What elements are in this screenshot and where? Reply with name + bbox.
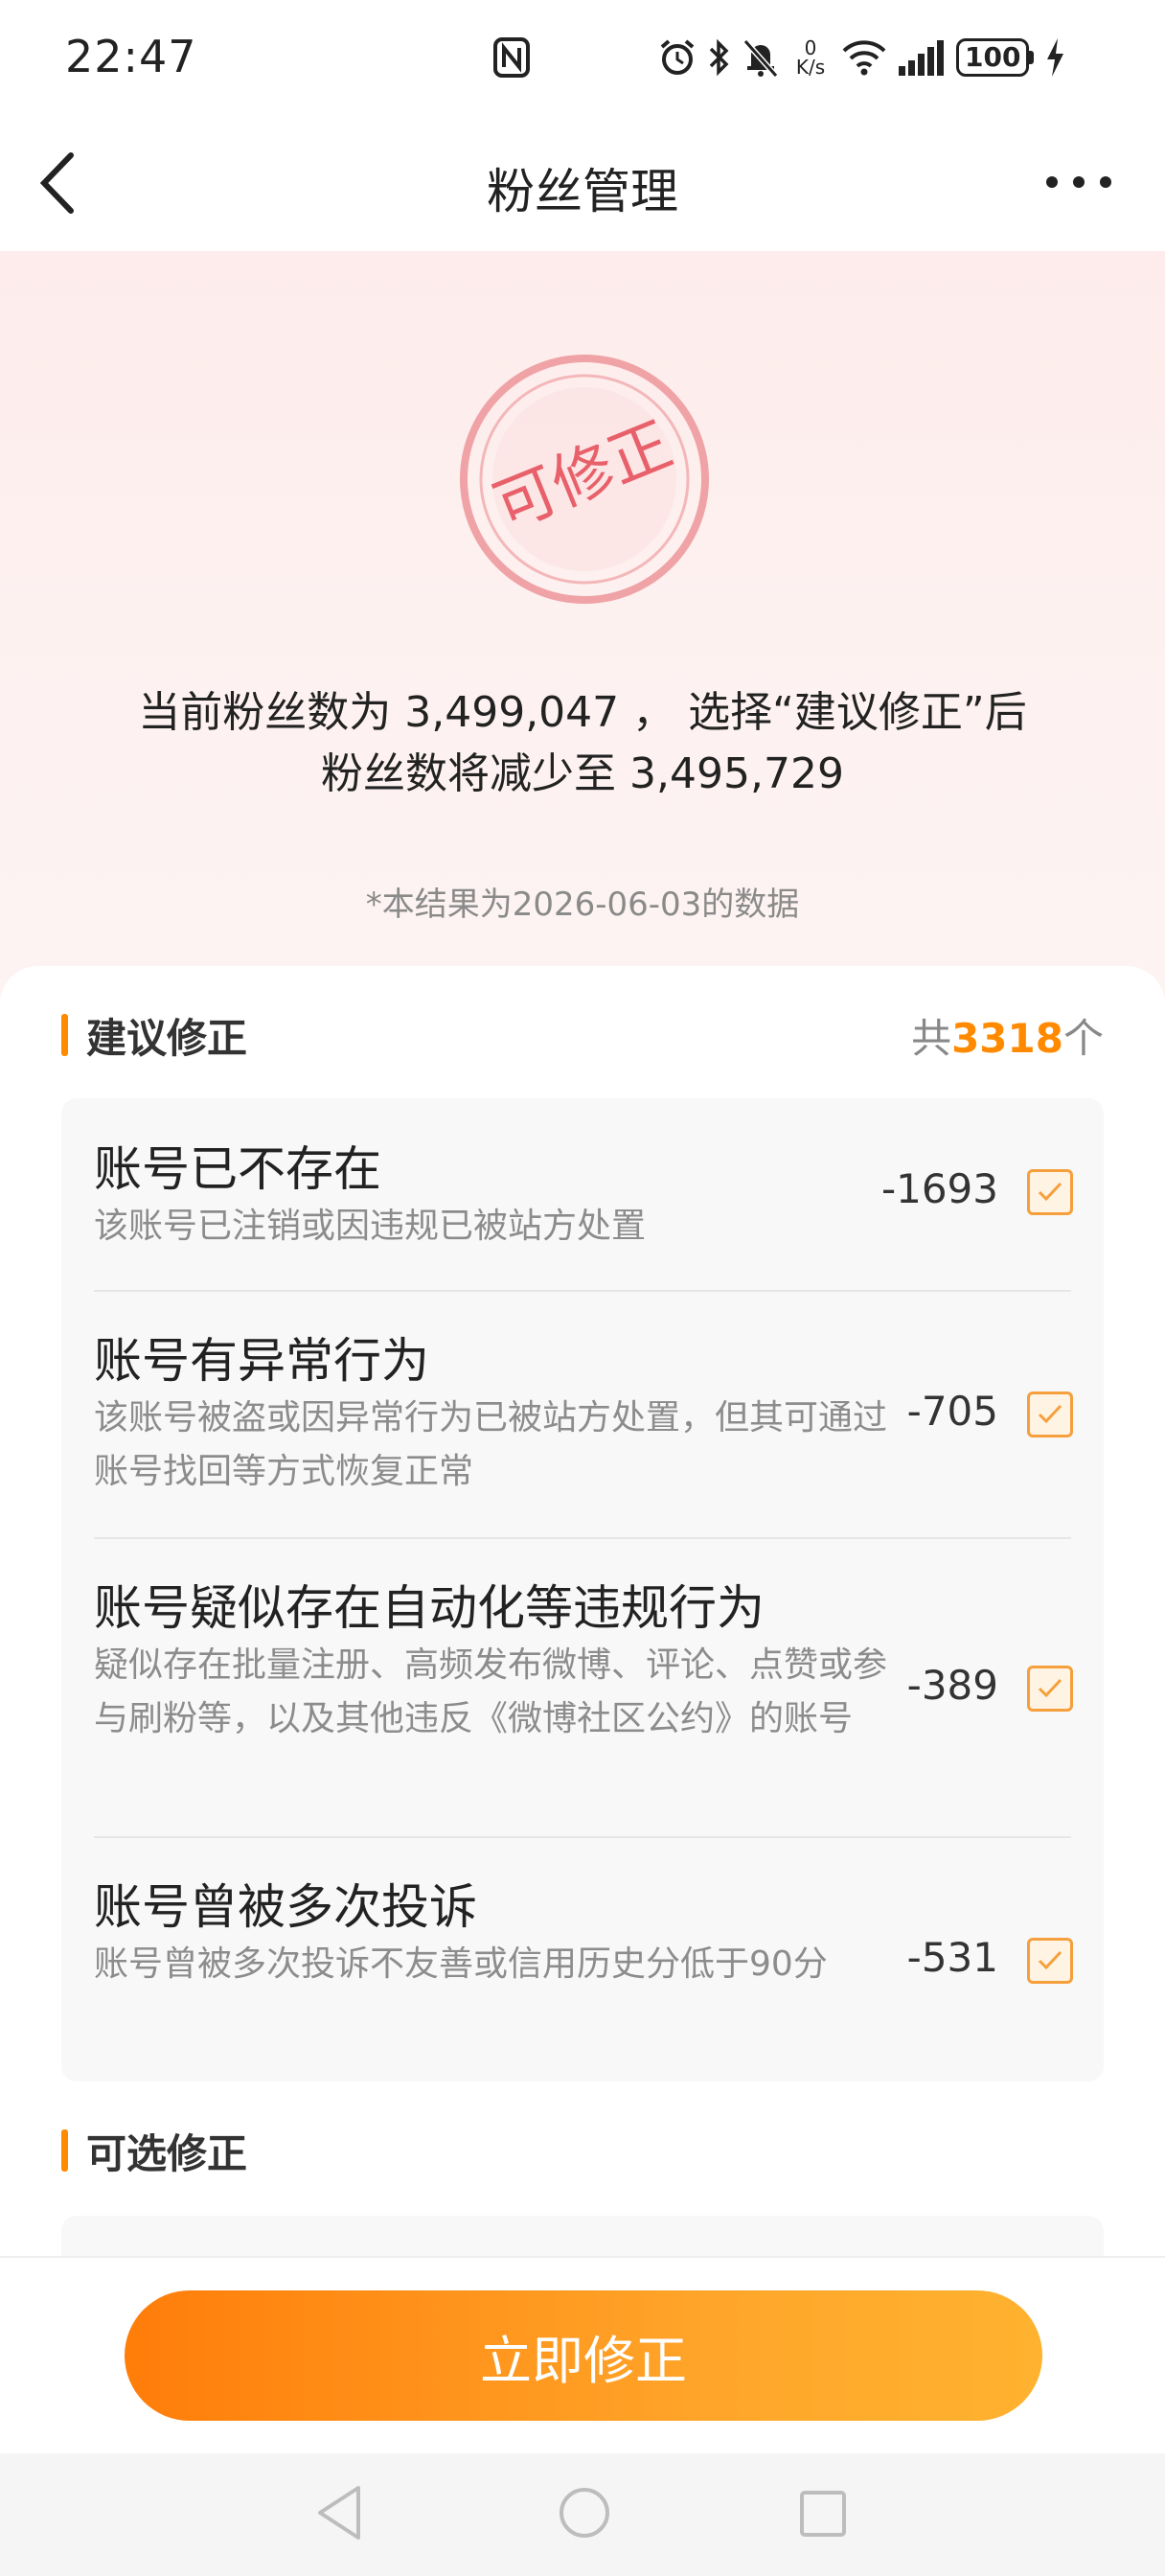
item-count: -1693 xyxy=(880,1165,998,1212)
charging-icon xyxy=(1047,38,1064,77)
list-item[interactable]: 账号有异常行为 该账号被盗或因异常行为已被站方处置，但其可通过账号找回等方式恢复… xyxy=(61,1292,1104,1537)
fans-summary: 当前粉丝数为 3,499,047 ， 选择“建议修正”后 粉丝数将减少至 3,4… xyxy=(0,682,1165,805)
battery-indicator: 100 xyxy=(956,38,1035,77)
count-prefix: 共 xyxy=(911,1015,952,1062)
count-suffix: 个 xyxy=(1062,1015,1104,1062)
bluetooth-icon xyxy=(709,38,729,77)
item-title: 账号曾被多次投诉 xyxy=(94,1879,477,1935)
battery-cap xyxy=(1029,51,1035,64)
suggested-total-count: 共3318个 xyxy=(911,1006,1104,1065)
list-item[interactable]: 账号已不存在 该账号已注销或因违规已被站方处置 -1693 xyxy=(61,1098,1104,1290)
count-number: 3318 xyxy=(951,1015,1063,1062)
checkmark-icon xyxy=(1038,1950,1062,1970)
nav-back-icon[interactable] xyxy=(312,2482,366,2543)
item-description: 账号曾被多次投诉不友善或信用历史分低于90分 xyxy=(94,1944,828,1984)
item-title: 账号有异常行为 xyxy=(94,1333,429,1389)
status-icons: 0 K/s 100 xyxy=(657,33,1066,82)
item-description: 该账号被盗或因异常行为已被站方处置，但其可通过账号找回等方式恢复正常 xyxy=(94,1398,888,1491)
status-time: 22:47 xyxy=(65,31,197,82)
checkmark-icon xyxy=(1038,1182,1062,1202)
section-accent-bar xyxy=(61,2129,68,2172)
item-count: -531 xyxy=(906,1934,998,1981)
correctable-stamp: 可修正 xyxy=(460,355,709,604)
nav-home-icon[interactable] xyxy=(558,2486,611,2540)
suggested-list: 账号已不存在 该账号已注销或因违规已被站方处置 -1693 账号有异常行为 该账… xyxy=(61,1098,1104,2082)
more-options-icon[interactable] xyxy=(1042,165,1115,199)
item-checkbox[interactable] xyxy=(1027,1392,1073,1438)
checkmark-icon xyxy=(1038,1404,1062,1424)
header: 粉丝管理 xyxy=(0,115,1165,252)
summary-line-1: 当前粉丝数为 3,499,047 ， 选择“建议修正”后 xyxy=(138,688,1027,737)
netspeed-unit: K/s xyxy=(795,56,826,79)
data-date-note: *本结果为2026-06-03的数据 xyxy=(365,886,800,924)
section-accent-bar xyxy=(61,1014,68,1056)
item-count: -389 xyxy=(906,1662,998,1709)
wifi-icon xyxy=(842,40,886,76)
fix-now-button[interactable]: 立即修正 xyxy=(125,2290,1042,2421)
correction-card: 建议修正 共3318个 账号已不存在 该账号已注销或因违规已被站方处置 -169… xyxy=(0,966,1165,2273)
signal-icon xyxy=(899,40,944,76)
list-item[interactable]: 账号疑似存在自动化等违规行为 疑似存在批量注册、高频发布微博、评论、点赞或参与刷… xyxy=(61,1539,1104,1836)
item-checkbox[interactable] xyxy=(1027,1169,1073,1215)
item-title: 账号已不存在 xyxy=(94,1141,381,1197)
item-description: 疑似存在批量注册、高频发布微博、评论、点赞或参与刷粉等，以及其他违反《微博社区公… xyxy=(94,1645,888,1738)
item-count: -705 xyxy=(906,1388,998,1435)
netspeed-indicator: 0 K/s xyxy=(789,38,832,77)
netspeed-value: 0 xyxy=(804,36,817,59)
page-title: 粉丝管理 xyxy=(487,164,678,219)
status-bar: 22:47 0 K/s 100 xyxy=(0,0,1165,115)
checkmark-icon xyxy=(1038,1678,1062,1698)
suggested-section-title: 建议修正 xyxy=(86,1015,248,1062)
item-checkbox[interactable] xyxy=(1027,1666,1073,1712)
summary-line-2: 粉丝数将减少至 3,495,729 xyxy=(321,749,844,798)
nav-recents-icon[interactable] xyxy=(799,2490,847,2538)
optional-section-title: 可选修正 xyxy=(86,2130,248,2177)
item-description: 该账号已注销或因违规已被站方处置 xyxy=(94,1207,647,1246)
battery-level: 100 xyxy=(956,38,1030,77)
item-checkbox[interactable] xyxy=(1027,1938,1073,1984)
item-title: 账号疑似存在自动化等违规行为 xyxy=(94,1580,765,1636)
bottom-action-bar: 立即修正 xyxy=(0,2256,1165,2455)
alarm-icon xyxy=(660,39,695,75)
mute-bell-icon xyxy=(742,39,779,78)
list-item[interactable]: 账号曾被多次投诉 账号曾被多次投诉不友善或信用历史分低于90分 -531 xyxy=(61,1838,1104,2082)
nfc-icon xyxy=(493,37,530,78)
system-nav-bar xyxy=(0,2453,1165,2576)
